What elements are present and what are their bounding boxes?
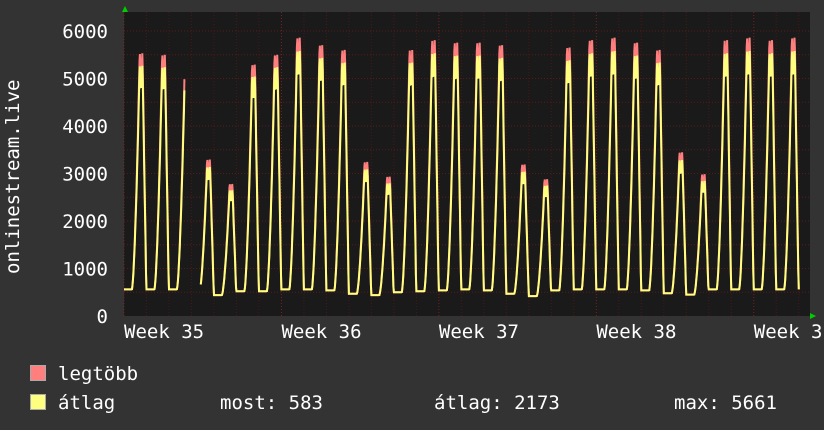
y-tick-label: 3000: [62, 164, 108, 186]
stat-average-value: 2173: [514, 392, 560, 414]
y-tick-label: 4000: [62, 116, 108, 138]
y-tick-label: 2000: [62, 211, 108, 233]
x-tick-label: Week 35: [124, 321, 204, 343]
stat-max-value: 5661: [731, 392, 777, 414]
y-axis-label: onlinestream.live: [2, 80, 24, 274]
stat-current-value: 583: [288, 392, 323, 414]
x-tick-label: Week 3: [754, 321, 823, 343]
x-tick-label: Week 36: [281, 321, 361, 343]
stat-average-label: átlag:: [434, 392, 503, 414]
x-tick-label: Week 38: [596, 321, 676, 343]
stat-current-label: most:: [220, 392, 278, 414]
y-tick-label: 5000: [62, 69, 108, 91]
x-tick-label: Week 37: [439, 321, 519, 343]
y-tick-label: 0: [97, 306, 108, 328]
y-axis-arrow: [122, 6, 128, 12]
legend-item-avg: átlag: [30, 392, 115, 414]
x-axis: Week 35 Week 36 Week 37 Week 38 Week 3: [124, 321, 822, 343]
y-tick-label: 1000: [62, 259, 108, 281]
stat-max-label: max:: [674, 392, 720, 414]
legend-swatch-avg: [30, 394, 46, 410]
stat-average: átlag: 2173: [434, 392, 560, 414]
y-axis: 0 1000 2000 3000 4000 5000 6000: [62, 21, 108, 328]
stat-max: max: 5661: [674, 392, 777, 414]
legend-item-max: legtöbb: [30, 363, 138, 385]
legend-label-max: legtöbb: [58, 363, 139, 385]
legend-swatch-max: [30, 365, 46, 381]
x-axis-arrow: [810, 313, 816, 319]
stat-current: most: 583: [220, 392, 323, 414]
legend-label-avg: átlag: [58, 392, 116, 414]
y-tick-label: 6000: [62, 21, 108, 43]
